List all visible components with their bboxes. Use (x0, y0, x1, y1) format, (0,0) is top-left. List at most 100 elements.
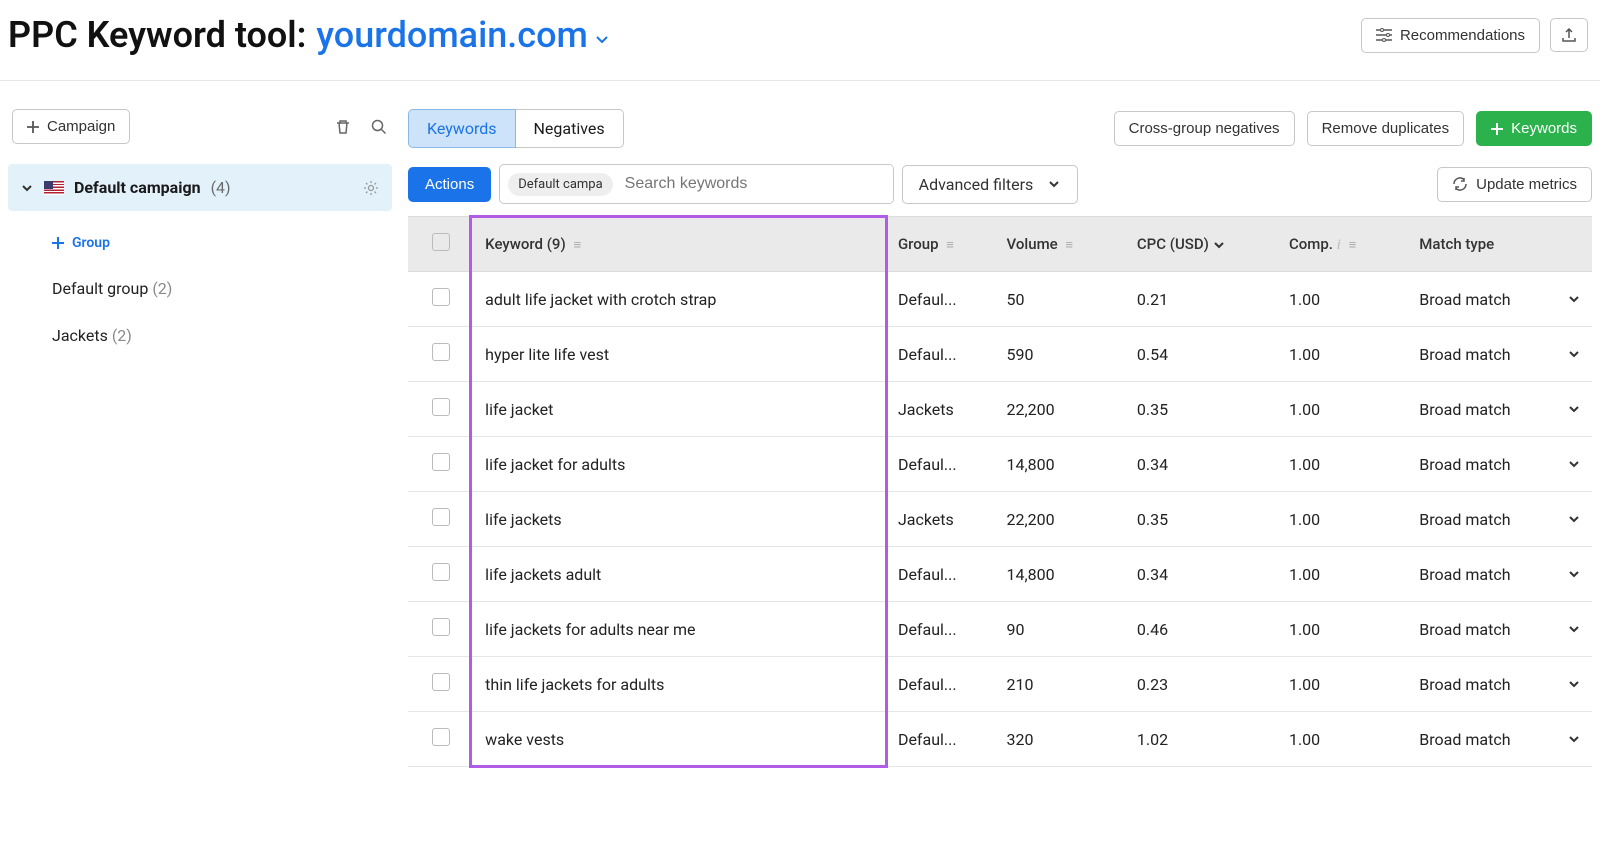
campaign-count: (4) (211, 178, 231, 197)
match-type-selector[interactable]: Broad match (1419, 400, 1580, 419)
table-row: life jackets adultDefaul...14,8000.341.0… (408, 547, 1592, 602)
chevron-down-icon (1568, 348, 1580, 360)
export-button[interactable] (1550, 18, 1588, 52)
column-header-volume[interactable]: Volume ≡ (995, 217, 1125, 272)
cell-keyword: wake vests (473, 712, 886, 767)
cell-comp: 1.00 (1277, 657, 1407, 712)
campaign-settings-button[interactable] (362, 179, 380, 197)
cell-keyword: life jacket (473, 382, 886, 437)
sidebar-group-item[interactable]: Jackets (2) (8, 312, 392, 359)
match-type-selector[interactable]: Broad match (1419, 290, 1580, 309)
row-checkbox[interactable] (432, 288, 450, 306)
sort-icon: ≡ (946, 238, 954, 253)
column-header-keyword[interactable]: Keyword (9) ≡ (473, 217, 886, 272)
cell-volume: 22,200 (995, 382, 1125, 437)
row-checkbox[interactable] (432, 563, 450, 581)
row-checkbox[interactable] (432, 343, 450, 361)
cell-volume: 210 (995, 657, 1125, 712)
domain-selector[interactable]: yourdomain.com (316, 14, 609, 56)
cell-keyword: adult life jacket with crotch strap (473, 272, 886, 327)
chevron-down-icon (1568, 568, 1580, 580)
sidebar-group-item[interactable]: Default group (2) (8, 265, 392, 312)
remove-duplicates-button[interactable]: Remove duplicates (1307, 111, 1465, 146)
match-type-selector[interactable]: Broad match (1419, 620, 1580, 639)
add-campaign-label: Campaign (47, 118, 115, 135)
add-keywords-button[interactable]: Keywords (1476, 111, 1592, 146)
cell-keyword: thin life jackets for adults (473, 657, 886, 712)
cell-group: Defaul... (898, 675, 978, 694)
column-header-group[interactable]: Group ≡ (886, 217, 995, 272)
trash-icon (334, 118, 352, 136)
cell-comp: 1.00 (1277, 437, 1407, 492)
cell-comp: 1.00 (1277, 602, 1407, 657)
row-checkbox[interactable] (432, 453, 450, 471)
match-type-selector[interactable]: Broad match (1419, 510, 1580, 529)
match-type-selector[interactable]: Broad match (1419, 455, 1580, 474)
actions-button[interactable]: Actions (408, 167, 491, 202)
cell-keyword: life jackets for adults near me (473, 602, 886, 657)
recommendations-label: Recommendations (1400, 27, 1525, 44)
chevron-down-icon (1047, 177, 1061, 191)
search-button[interactable] (370, 118, 388, 136)
match-type-selector[interactable]: Broad match (1419, 730, 1580, 749)
sort-icon: ≡ (573, 238, 581, 253)
chevron-down-icon (1568, 733, 1580, 745)
add-group-button[interactable]: Group (8, 221, 392, 265)
cell-cpc: 0.34 (1125, 547, 1277, 602)
row-checkbox[interactable] (432, 728, 450, 746)
cell-cpc: 0.46 (1125, 602, 1277, 657)
search-icon (370, 118, 388, 136)
search-keywords-container: Default campa (499, 164, 893, 204)
cross-group-negatives-button[interactable]: Cross-group negatives (1114, 111, 1295, 146)
update-metrics-button[interactable]: Update metrics (1437, 167, 1592, 202)
group-count: (2) (152, 279, 172, 298)
cell-comp: 1.00 (1277, 382, 1407, 437)
match-type-selector[interactable]: Broad match (1419, 675, 1580, 694)
row-checkbox[interactable] (432, 673, 450, 691)
tab-keywords[interactable]: Keywords (408, 109, 516, 148)
row-checkbox[interactable] (432, 618, 450, 636)
add-group-label: Group (72, 235, 110, 251)
search-keywords-input[interactable] (613, 165, 893, 203)
campaign-row[interactable]: Default campaign (4) (8, 164, 392, 211)
row-checkbox[interactable] (432, 398, 450, 416)
chevron-down-icon (1568, 513, 1580, 525)
cell-cpc: 0.23 (1125, 657, 1277, 712)
select-all-checkbox[interactable] (432, 233, 450, 251)
table-row: thin life jackets for adults Defaul... 210… (408, 657, 1592, 712)
column-header-cpc[interactable]: CPC (USD) (1125, 217, 1277, 272)
cell-group: Defaul... (898, 345, 978, 364)
cell-keyword: hyper lite life vest (473, 327, 886, 382)
chevron-down-icon (1568, 458, 1580, 470)
cell-volume: 14,800 (995, 547, 1125, 602)
recommendations-button[interactable]: Recommendations (1361, 18, 1540, 53)
column-header-comp[interactable]: Comp. i ≡ (1277, 217, 1407, 272)
advanced-filters-label: Advanced filters (919, 175, 1034, 194)
cell-cpc: 0.35 (1125, 492, 1277, 547)
tab-negatives[interactable]: Negatives (516, 109, 624, 148)
chevron-down-icon (1568, 403, 1580, 415)
keywords-table: Keyword (9) ≡ Group ≡ Volume ≡ CPC (USD)… (408, 216, 1592, 767)
sliders-icon (1376, 28, 1392, 42)
add-campaign-button[interactable]: Campaign (12, 109, 130, 144)
campaign-name: Default campaign (74, 178, 201, 197)
search-filter-pill[interactable]: Default campa (508, 173, 612, 196)
chevron-down-icon (1213, 239, 1225, 251)
tool-title: PPC Keyword tool: (8, 14, 306, 56)
cell-comp: 1.00 (1277, 712, 1407, 767)
row-checkbox[interactable] (432, 508, 450, 526)
chevron-down-icon (594, 31, 610, 47)
delete-button[interactable] (334, 118, 352, 136)
advanced-filters-button[interactable]: Advanced filters (902, 165, 1079, 204)
table-row: life jacket for adultsDefaul...14,8000.3… (408, 437, 1592, 492)
cell-volume: 22,200 (995, 492, 1125, 547)
table-row: life jacketJackets22,2000.351.00Broad ma… (408, 382, 1592, 437)
page-header: PPC Keyword tool: yourdomain.com Recomme… (0, 0, 1600, 81)
column-header-match[interactable]: Match type (1407, 217, 1592, 272)
sort-icon: ≡ (1349, 238, 1357, 253)
match-type-selector[interactable]: Broad match (1419, 565, 1580, 584)
table-row: wake vestsDefaul...3201.021.00Broad matc… (408, 712, 1592, 767)
cell-cpc: 1.02 (1125, 712, 1277, 767)
cell-group: Defaul... (898, 730, 978, 749)
match-type-selector[interactable]: Broad match (1419, 345, 1580, 364)
